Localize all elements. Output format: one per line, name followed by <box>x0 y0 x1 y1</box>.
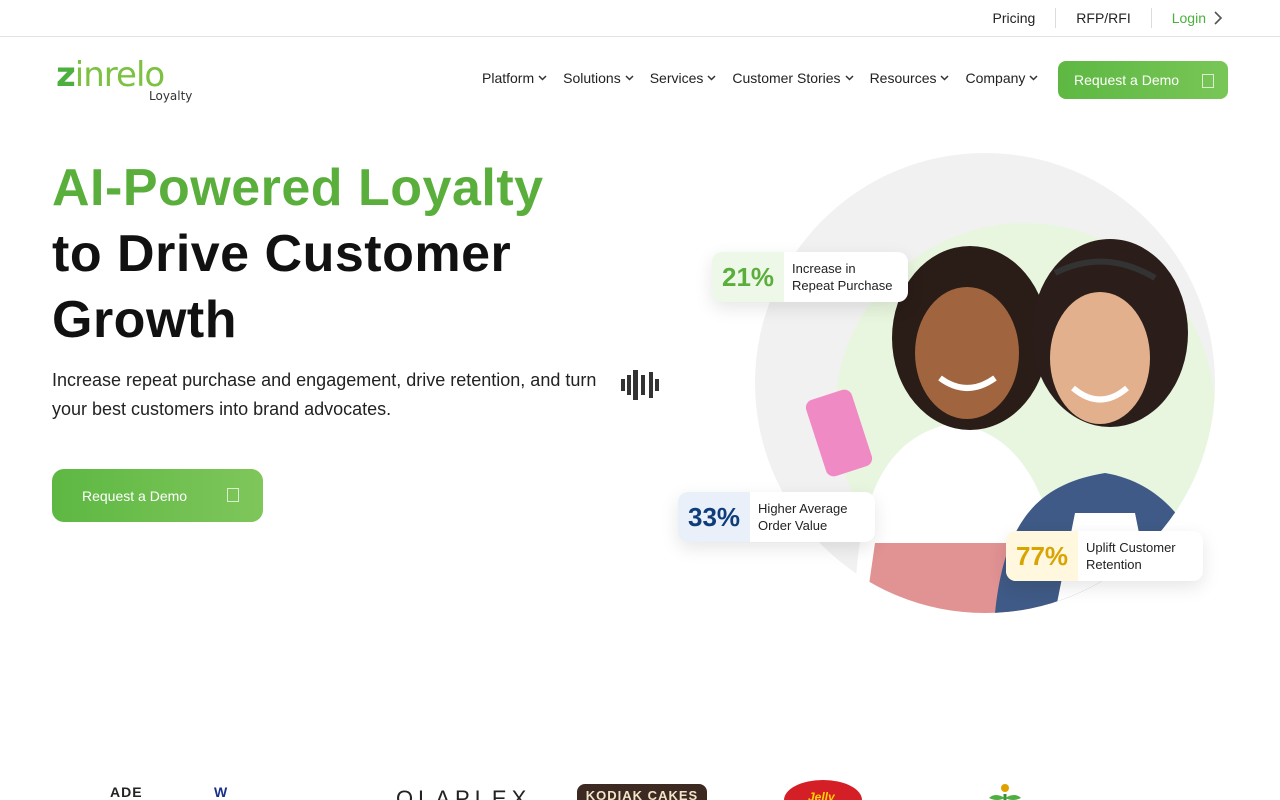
brand-logo: ADE <box>110 784 143 800</box>
hero-title-line-2: to Drive Customer <box>52 225 512 283</box>
stat-card-order-value: 33% Higher Average Order Value <box>678 492 875 542</box>
hero-title-line-3: Growth <box>52 291 237 349</box>
chevron-down-icon <box>845 75 854 81</box>
chevron-down-icon <box>538 75 547 81</box>
hero-cta-label: Request a Demo <box>82 487 188 504</box>
hero-subtitle: Increase repeat purchase and engagement,… <box>52 370 597 419</box>
chevron-down-icon <box>1029 75 1038 81</box>
stat-card-retention: 77% Uplift Customer Retention <box>1006 531 1203 581</box>
stat-label: Increase in Repeat Purchase <box>792 261 893 293</box>
nav-request-demo-button[interactable]: Request a Demo <box>1058 61 1228 99</box>
brand-logo-plant-icon <box>989 784 1021 800</box>
hero-title: AI-Powered Loyalty to Drive Customer Gro… <box>52 155 652 353</box>
chevron-down-icon <box>707 75 716 81</box>
chevron-right-icon <box>1214 11 1223 25</box>
login-link[interactable]: Login <box>1150 8 1228 28</box>
brand-logo-jelly-belly: Jelly <box>784 780 862 800</box>
brand-logo-kodiak-cakes: KODIAK CAKES <box>577 784 707 800</box>
pricing-link[interactable]: Pricing <box>972 8 1055 28</box>
stat-value: 21% <box>712 252 785 302</box>
hero-title-highlight: AI-Powered Loyalty <box>52 159 544 217</box>
top-utility-bar: Pricing RFP/RFI Login <box>0 0 1280 37</box>
stat-card-repeat-purchase: 21% Increase in Repeat Purchase <box>712 252 908 302</box>
arrow-placeholder-icon <box>1202 74 1214 88</box>
rfp-rfi-link[interactable]: RFP/RFI <box>1055 8 1150 28</box>
brand-logo: W <box>214 784 229 800</box>
audio-wave-icon[interactable] <box>620 369 662 401</box>
customer-logos-strip: ADE W OLAPLEX KODIAK CAKES Jelly <box>0 770 1280 800</box>
nav-menu: Platform Solutions Services Customer Sto… <box>482 70 1054 86</box>
logo-subtitle: Loyalty <box>149 89 193 103</box>
login-label: Login <box>1171 10 1206 26</box>
brand-logo-olaplex: OLAPLEX <box>396 786 532 800</box>
stat-label: Higher Average Order Value <box>758 501 848 533</box>
zinrelo-logo[interactable]: zinrelo Loyalty <box>56 55 196 105</box>
nav-item-company[interactable]: Company <box>965 70 1038 86</box>
arrow-placeholder-icon <box>227 488 239 502</box>
nav-item-customer-stories[interactable]: Customer Stories <box>732 70 854 86</box>
logo-wordmark: zinrelo <box>56 55 165 95</box>
stat-value: 33% <box>678 492 751 542</box>
chevron-down-icon <box>625 75 634 81</box>
stat-label: Uplift Customer Retention <box>1086 540 1176 572</box>
hero-request-demo-button[interactable]: Request a Demo <box>52 469 263 522</box>
nav-cta-label: Request a Demo <box>1074 72 1180 88</box>
nav-item-resources[interactable]: Resources <box>870 70 950 86</box>
nav-item-solutions[interactable]: Solutions <box>563 70 634 86</box>
chevron-down-icon <box>940 75 950 81</box>
nav-item-services[interactable]: Services <box>650 70 717 86</box>
utility-links: Pricing RFP/RFI Login <box>972 0 1228 36</box>
nav-item-platform[interactable]: Platform <box>482 70 547 86</box>
stat-value: 77% <box>1006 531 1079 581</box>
main-nav: zinrelo Loyalty Platform Solutions Servi… <box>0 37 1280 123</box>
